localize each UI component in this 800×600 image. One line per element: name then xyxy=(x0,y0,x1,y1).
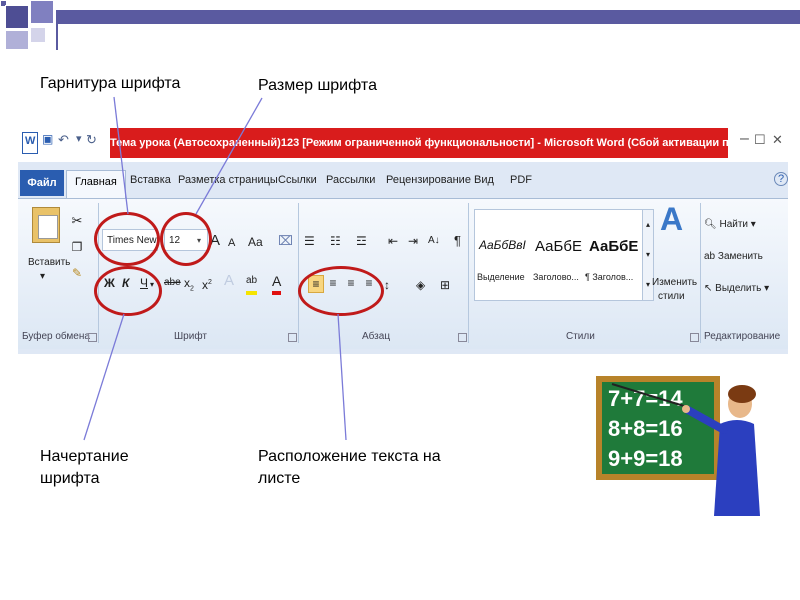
chalkboard-line: 7+7=14 xyxy=(608,386,683,411)
teacher-dress xyxy=(714,420,760,516)
teacher-illustration: 7+7=14 8+8=16 9+9=18 xyxy=(596,376,760,516)
pointer-line-font-size xyxy=(195,97,263,215)
teacher-hair xyxy=(728,385,756,403)
chalkboard-line: 9+9=18 xyxy=(608,446,683,471)
teacher-hand xyxy=(682,405,690,413)
teacher-chalkboard-clipart: 7+7=14 8+8=16 9+9=18 xyxy=(592,376,762,526)
pointer-line-alignment xyxy=(337,313,347,441)
pointer-line-font-face xyxy=(113,96,129,215)
pointer-line-font-style xyxy=(83,313,125,441)
chalkboard-line: 8+8=16 xyxy=(608,416,683,441)
